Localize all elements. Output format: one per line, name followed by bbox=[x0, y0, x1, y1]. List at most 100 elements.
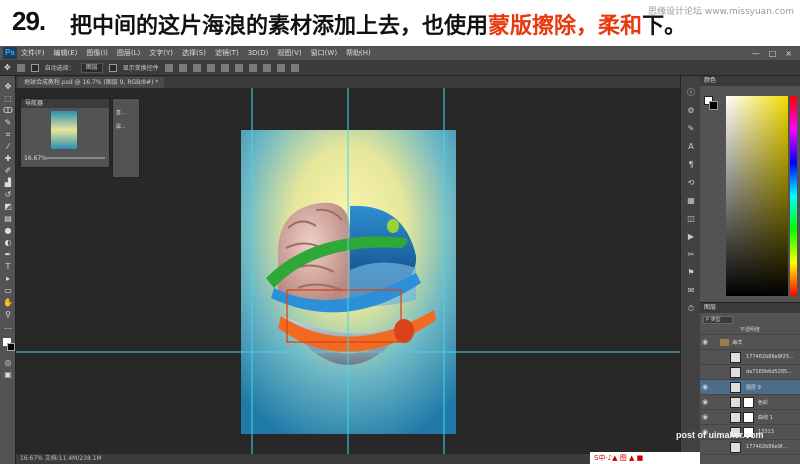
auto-select-dropdown[interactable]: 图层 bbox=[80, 62, 103, 73]
collapsed-panel: 直... 属... bbox=[112, 98, 140, 178]
move-tool-icon[interactable]: ✥ bbox=[3, 82, 13, 91]
distribute-icon-1[interactable] bbox=[248, 63, 257, 72]
color-picker-field[interactable] bbox=[726, 96, 788, 296]
styles-panel-icon[interactable]: ◫ bbox=[686, 214, 696, 224]
eye-icon[interactable]: ◉ bbox=[702, 338, 708, 346]
menu-view[interactable]: 视图(V) bbox=[277, 48, 301, 58]
background-color-swatch[interactable] bbox=[7, 343, 15, 351]
align-icon-2[interactable] bbox=[178, 63, 187, 72]
layer-row[interactable]: ◉ 海洋 bbox=[700, 335, 800, 350]
layer-kind-filter[interactable]: P 类型 bbox=[703, 316, 733, 324]
paragraph-panel-icon[interactable]: ¶ bbox=[686, 160, 696, 170]
layer-row[interactable]: ◉ 曲线 1 bbox=[700, 410, 800, 425]
timeline-panel-icon[interactable]: ⏱ bbox=[686, 304, 696, 314]
eye-icon[interactable]: ◉ bbox=[702, 413, 708, 421]
folder-icon bbox=[720, 339, 729, 346]
adjustment-thumbnail bbox=[730, 397, 741, 408]
shape-tool-icon[interactable]: ▭ bbox=[3, 286, 13, 295]
menu-select[interactable]: 选择(S) bbox=[182, 48, 206, 58]
align-icon-3[interactable] bbox=[192, 63, 201, 72]
distribute-icon-3[interactable] bbox=[276, 63, 285, 72]
marquee-tool-icon[interactable]: ⬚ bbox=[3, 94, 13, 103]
hand-tool-icon[interactable]: ✋ bbox=[3, 298, 13, 307]
layer-name: 曲线 1 bbox=[758, 415, 773, 421]
actions-panel-icon[interactable]: ▶ bbox=[686, 232, 696, 242]
adjust-panel-icon[interactable]: ⚙ bbox=[686, 106, 696, 116]
character-panel-icon[interactable]: A bbox=[686, 142, 696, 152]
menu-file[interactable]: 文件(F) bbox=[21, 48, 45, 58]
align-icon-6[interactable] bbox=[234, 63, 243, 72]
menu-3d[interactable]: 3D(D) bbox=[248, 49, 269, 57]
auto-select-checkbox[interactable] bbox=[30, 63, 39, 72]
brush-panel-icon[interactable]: ✎ bbox=[686, 124, 696, 134]
maximize-button[interactable]: □ bbox=[769, 49, 777, 58]
layer-row[interactable]: ◉ 色彩 bbox=[700, 395, 800, 410]
type-tool-icon[interactable]: T bbox=[3, 262, 13, 271]
document-tab[interactable]: 地球合成教程.psd @ 16.7% (图层 9, RGB/8#) * bbox=[18, 77, 165, 88]
stamp-tool-icon[interactable]: ▟ bbox=[3, 178, 13, 187]
eye-icon[interactable]: ◉ bbox=[702, 398, 708, 406]
quick-select-tool-icon[interactable]: ✎ bbox=[3, 118, 13, 127]
bg-color-swatch[interactable] bbox=[709, 101, 718, 110]
zoom-tool-icon[interactable]: ⚲ bbox=[3, 310, 13, 319]
pen-tool-icon[interactable]: ✒ bbox=[3, 250, 13, 259]
menu-type[interactable]: 文字(Y) bbox=[149, 48, 173, 58]
align-icon-4[interactable] bbox=[206, 63, 215, 72]
adjustment-thumbnail bbox=[730, 412, 741, 423]
layer-row-selected[interactable]: ◉ 图层 9 bbox=[700, 380, 800, 395]
blur-tool-icon[interactable]: ● bbox=[3, 226, 13, 235]
eye-icon[interactable]: ◉ bbox=[702, 383, 708, 391]
swatches-panel-icon[interactable]: ▦ bbox=[686, 196, 696, 206]
hue-slider[interactable] bbox=[790, 96, 797, 296]
healing-tool-icon[interactable]: ✚ bbox=[3, 154, 13, 163]
lasso-tool-icon[interactable]: ↀ bbox=[3, 106, 13, 115]
menu-layer[interactable]: 图层(L) bbox=[117, 48, 140, 58]
menu-window[interactable]: 窗口(W) bbox=[311, 48, 337, 58]
quick-mask-icon[interactable]: ◎ bbox=[3, 358, 13, 367]
opacity-label[interactable]: 不透明度 bbox=[740, 326, 760, 333]
layer-mask-thumbnail[interactable] bbox=[743, 397, 754, 408]
notes-panel-icon[interactable]: ✉ bbox=[686, 286, 696, 296]
navigator-thumbnail[interactable] bbox=[51, 111, 77, 149]
path-select-icon[interactable]: ▸ bbox=[3, 274, 13, 283]
more-tools-icon[interactable]: … bbox=[3, 322, 13, 331]
distribute-icon-2[interactable] bbox=[262, 63, 271, 72]
navigator-zoom-slider[interactable] bbox=[43, 157, 105, 159]
info-panel-icon[interactable]: ⓘ bbox=[686, 88, 696, 98]
layer-name: 177462b86e9f25... bbox=[746, 354, 794, 360]
align-icon-5[interactable] bbox=[220, 63, 229, 72]
history-panel-icon[interactable]: ⟲ bbox=[686, 178, 696, 188]
layer-name: 海洋 bbox=[732, 340, 743, 346]
layer-row[interactable]: 177462b86e9f25... bbox=[700, 350, 800, 365]
clone-panel-icon[interactable]: ✂ bbox=[686, 250, 696, 260]
gradient-tool-icon[interactable]: ▤ bbox=[3, 214, 13, 223]
tool-preset-icon[interactable] bbox=[16, 63, 25, 72]
histogram-panel-button[interactable]: 直... bbox=[116, 109, 126, 116]
caption-sep: ， bbox=[576, 14, 599, 39]
layer-row[interactable]: 177462b86e9f... bbox=[700, 440, 800, 455]
menu-image[interactable]: 图像(I) bbox=[86, 48, 108, 58]
options-bar: ✥ 自动选择： 图层 显示变换控件 bbox=[0, 60, 800, 76]
menu-help[interactable]: 帮助(H) bbox=[346, 48, 371, 58]
show-transform-checkbox[interactable] bbox=[108, 63, 117, 72]
eyedropper-tool-icon[interactable]: ⁄ bbox=[3, 142, 13, 151]
layer-name: da7169b6d5285... bbox=[746, 369, 792, 375]
close-button[interactable]: × bbox=[785, 49, 792, 58]
brush-tool-icon[interactable]: ✐ bbox=[3, 166, 13, 175]
history-brush-icon[interactable]: ↺ bbox=[3, 190, 13, 199]
minimize-button[interactable]: — bbox=[752, 49, 760, 58]
align-icon-1[interactable] bbox=[164, 63, 173, 72]
crop-tool-icon[interactable]: ⌗ bbox=[3, 130, 13, 139]
eraser-tool-icon[interactable]: ◩ bbox=[3, 202, 13, 211]
dodge-tool-icon[interactable]: ◐ bbox=[3, 238, 13, 247]
toolbox: ✥ ⬚ ↀ ✎ ⌗ ⁄ ✚ ✐ ▟ ↺ ◩ ▤ ● ◐ ✒ T ▸ ▭ ✋ ⚲ … bbox=[0, 76, 16, 464]
distribute-icon-4[interactable] bbox=[290, 63, 299, 72]
menu-edit[interactable]: 编辑(E) bbox=[54, 48, 78, 58]
layer-row[interactable]: da7169b6d5285... bbox=[700, 365, 800, 380]
tool-presets-icon[interactable]: ⚑ bbox=[686, 268, 696, 278]
menu-filter[interactable]: 滤镜(T) bbox=[215, 48, 239, 58]
properties-panel-button[interactable]: 属... bbox=[116, 123, 126, 130]
layer-mask-thumbnail[interactable] bbox=[743, 412, 754, 423]
screen-mode-icon[interactable]: ▣ bbox=[3, 370, 13, 379]
show-transform-label: 显示变换控件 bbox=[122, 65, 159, 72]
